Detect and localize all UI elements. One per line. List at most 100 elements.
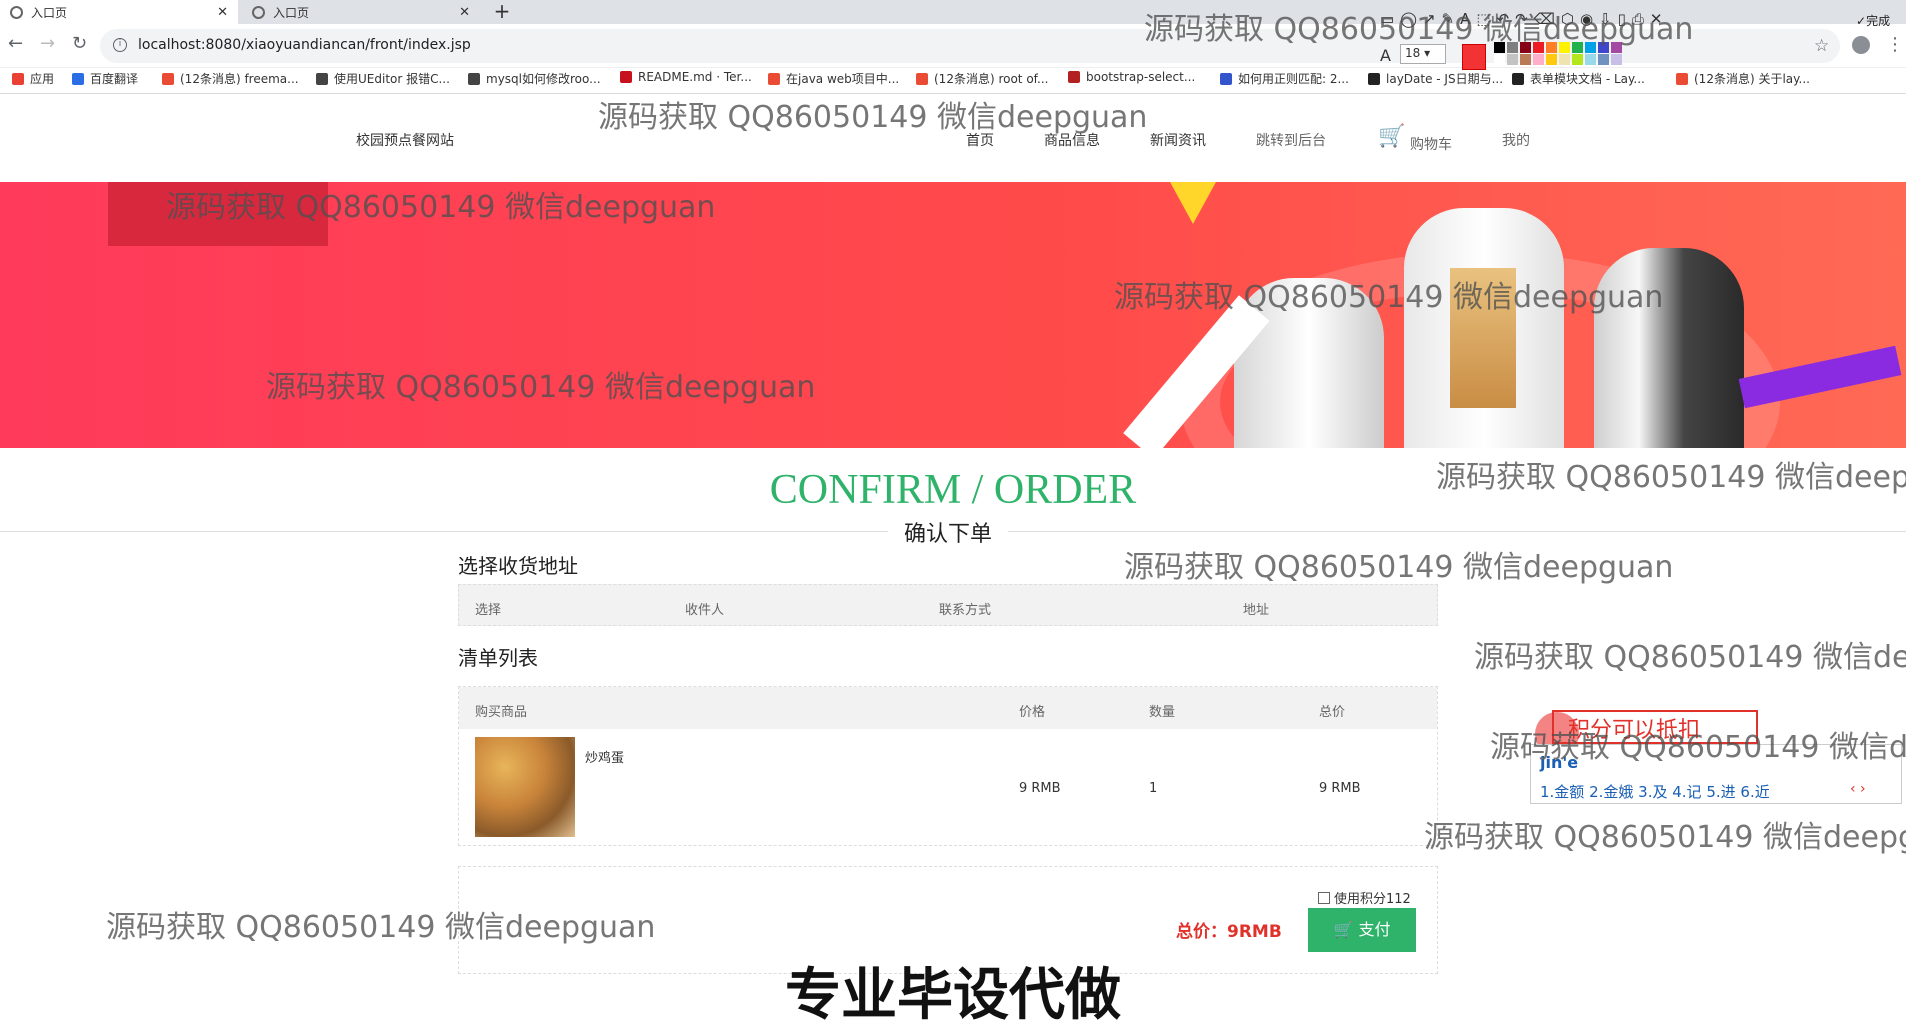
- pay-button[interactable]: 🛒 支付: [1308, 908, 1416, 952]
- menu-icon[interactable]: ⋮: [1886, 34, 1904, 55]
- color-swatch[interactable]: [1559, 54, 1570, 65]
- done-button[interactable]: ✓完成: [1856, 12, 1890, 29]
- item-total: 9 RMB: [1319, 781, 1361, 796]
- cart-icon: 🛒: [1333, 920, 1359, 939]
- watermark-text: 源码获取 QQ86050149 微信deepguan: [266, 370, 816, 405]
- site-brand[interactable]: 校园预点餐网站: [356, 130, 454, 150]
- color-swatch[interactable]: [1520, 54, 1531, 65]
- reload-icon[interactable]: ↻: [72, 33, 87, 54]
- food-image: [475, 737, 575, 837]
- bookmark-icon: [72, 72, 84, 85]
- color-swatch[interactable]: [1572, 54, 1583, 65]
- bookmark-icon: [162, 72, 174, 85]
- item-qty: 1: [1149, 781, 1158, 796]
- watermark-text: 源码获取 QQ86050149 微信deepguan: [106, 910, 656, 945]
- use-points-label: 使用积分112: [1334, 892, 1411, 907]
- ime-page-arrows[interactable]: ‹ ›: [1850, 781, 1866, 797]
- bookmark-item[interactable]: 如何用正则匹配: 2...: [1220, 70, 1349, 87]
- bookmark-icon: [1368, 72, 1380, 85]
- bookmark-label: bootstrap-select...: [1086, 70, 1196, 84]
- browser-tab-2[interactable]: 入口页 ✕: [242, 0, 480, 24]
- bookmark-icon: [620, 71, 632, 83]
- bookmark-item[interactable]: README.md · Ter...: [620, 70, 752, 84]
- color-swatch[interactable]: [1507, 54, 1518, 65]
- confirm-subtitle: 确认下单: [888, 516, 1008, 548]
- bookmark-icon: [768, 72, 780, 85]
- watermark-text: 源码获取 QQ86050149 微信deepguan: [598, 100, 1148, 135]
- banner-decoration: [1170, 182, 1216, 224]
- bookmark-item[interactable]: 表单模块文档 - Lay...: [1512, 70, 1645, 87]
- tab-title: 入口页: [273, 5, 310, 20]
- bookmark-icon: [1512, 72, 1524, 85]
- order-table: 购买商品 价格 数量 总价 炒鸡蛋 9 RMB 1 9 RMB: [458, 686, 1438, 846]
- bookmark-label: (12条消息) 关于lay...: [1694, 72, 1810, 86]
- color-swatch[interactable]: [1546, 54, 1557, 65]
- browser-tab-1[interactable]: 入口页 ✕: [0, 0, 238, 24]
- bookmark-icon: [468, 72, 480, 85]
- bookmark-item[interactable]: 应用: [12, 70, 54, 87]
- done-label: 完成: [1866, 14, 1891, 28]
- ime-candidates[interactable]: 1.金额 2.金娥 3.及 4.记 5.进 6.近: [1540, 781, 1770, 802]
- bottom-overlay-text: 专业毕设代做: [785, 963, 1121, 1028]
- address-col-select: 选择: [475, 603, 502, 618]
- back-icon[interactable]: ←: [8, 33, 23, 54]
- new-tab-button[interactable]: +: [490, 0, 514, 24]
- bookmark-icon: [316, 72, 328, 85]
- bookmark-label: 使用UEditor 报错C...: [334, 72, 450, 86]
- close-icon[interactable]: ✕: [459, 5, 470, 20]
- order-col-item: 购买商品: [475, 705, 528, 720]
- bookmark-icon: [916, 72, 928, 85]
- watermark-text: 源码获取 QQ86050149 微信deepguan: [1114, 280, 1664, 315]
- forward-icon[interactable]: →: [40, 33, 55, 54]
- bookmark-item[interactable]: 使用UEditor 报错C...: [316, 70, 450, 87]
- bookmark-label: mysql如何修改roo...: [486, 72, 601, 86]
- bookmark-label: (12条消息) freema...: [180, 72, 299, 86]
- color-swatch[interactable]: [1494, 54, 1505, 65]
- check-icon: ✓: [1856, 14, 1867, 28]
- bookmark-label: 在java web项目中...: [786, 72, 900, 86]
- watermark-text: 源码获取 QQ86050149 微信deepguan: [1474, 640, 1906, 675]
- address-col-address: 地址: [1243, 603, 1270, 618]
- bookmark-label: 百度翻译: [90, 72, 139, 86]
- color-swatch[interactable]: [1533, 54, 1544, 65]
- bookmark-item[interactable]: mysql如何修改roo...: [468, 70, 601, 87]
- list-section-title: 清单列表: [458, 646, 538, 670]
- nav-cart[interactable]: 购物车: [1410, 134, 1452, 154]
- use-points-checkbox[interactable]: [1318, 891, 1330, 904]
- globe-icon: [10, 5, 23, 19]
- watermark-text: 源码获取 QQ86050149 微信deepguan: [1490, 730, 1906, 765]
- color-swatch[interactable]: [1611, 54, 1622, 65]
- bookmark-item[interactable]: (12条消息) freema...: [162, 70, 299, 87]
- watermark-text: 源码获取 QQ86050149 微信deepguan: [1424, 820, 1906, 855]
- color-swatch[interactable]: [1598, 54, 1609, 65]
- bookmark-item[interactable]: (12条消息) root of...: [916, 70, 1048, 87]
- pay-label: 支付: [1358, 920, 1391, 939]
- bookmark-item[interactable]: (12条消息) 关于lay...: [1676, 70, 1810, 87]
- bookmark-item[interactable]: layDate - JS日期与...: [1368, 70, 1503, 87]
- nav-my[interactable]: 我的: [1502, 130, 1530, 150]
- nav-admin[interactable]: 跳转到后台: [1256, 130, 1326, 150]
- address-section-title: 选择收货地址: [458, 554, 578, 578]
- order-table-header: 购买商品 价格 数量 总价: [459, 687, 1437, 729]
- star-icon[interactable]: ☆: [1814, 36, 1829, 56]
- bookmark-item[interactable]: 百度翻译: [72, 70, 138, 87]
- bookmark-item[interactable]: 在java web项目中...: [768, 70, 899, 87]
- url-text[interactable]: localhost:8080/xiaoyuandiancan/front/ind…: [138, 37, 471, 53]
- font-size-value: 18: [1405, 46, 1421, 60]
- globe-icon: [252, 5, 265, 19]
- watermark-text: 源码获取 QQ86050149 微信deepguan: [1144, 12, 1694, 47]
- bookmark-label: README.md · Ter...: [638, 70, 752, 84]
- tab-title: 入口页: [31, 5, 68, 20]
- bookmark-icon: [1676, 72, 1688, 85]
- use-points-option[interactable]: 使用积分112: [1318, 888, 1411, 907]
- nav-news[interactable]: 新闻资讯: [1150, 130, 1206, 150]
- profile-icon[interactable]: [1852, 36, 1870, 54]
- close-icon[interactable]: ✕: [217, 5, 228, 20]
- info-icon[interactable]: i: [113, 38, 127, 52]
- cart-icon[interactable]: 🛒: [1378, 124, 1405, 149]
- order-col-price: 价格: [1019, 705, 1046, 720]
- bookmark-icon: [1220, 72, 1232, 85]
- bookmark-item[interactable]: bootstrap-select...: [1068, 70, 1195, 84]
- bookmark-icon: [12, 72, 24, 85]
- color-swatch[interactable]: [1585, 54, 1596, 65]
